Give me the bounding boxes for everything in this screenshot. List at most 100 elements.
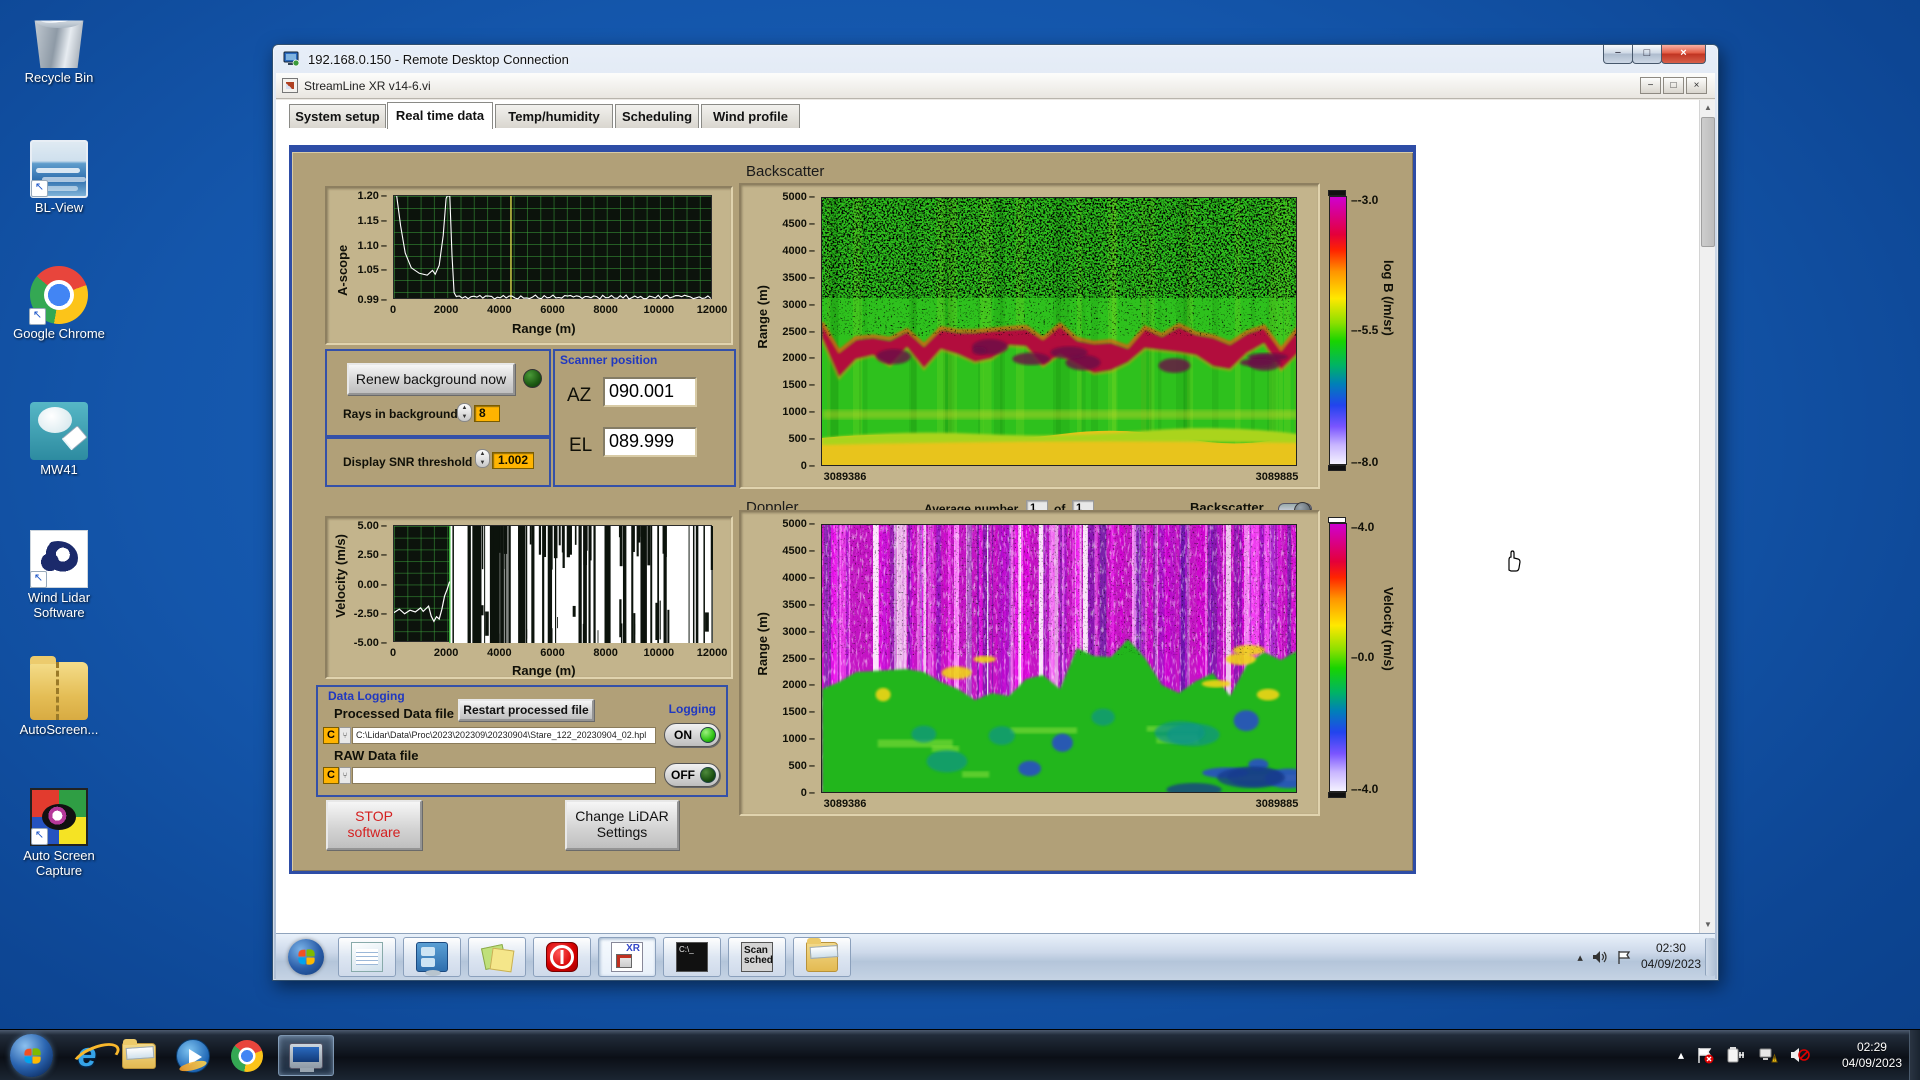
remote-taskbar-button-sticky-notes[interactable] [468,937,526,977]
rays-spinner[interactable]: ▲ ▼ [457,403,472,422]
remote-taskbar-button-folder[interactable] [793,937,851,977]
snr-threshold-label: Display SNR threshold [343,455,473,469]
remote-start-button[interactable] [288,939,324,975]
processed-drive-letter[interactable]: C [323,727,339,744]
rdp-minimize-button[interactable]: − [1603,45,1633,64]
tab-scheduling[interactable]: Scheduling [615,104,699,128]
remote-desktop-icon [289,1042,323,1072]
stop-software-button[interactable]: STOP software [326,800,422,850]
host-action-center-flag-icon[interactable] [1696,1046,1714,1064]
colorbar-cap-top [1328,190,1346,196]
app-titlebar[interactable]: StreamLine XR v14-6.vi − □ × [276,73,1715,99]
renew-background-button[interactable]: Renew background now [347,363,515,395]
vertical-scrollbar[interactable]: ▲ ▼ [1699,100,1715,933]
host-taskbar-item-media-player[interactable] [170,1035,216,1076]
host-taskbar: e ▴! 02:29 04/09/2023 [0,1029,1920,1080]
remote-clock[interactable]: 02:30 04/09/2023 [1641,941,1701,972]
remote-taskbar-button-display-settings[interactable] [403,937,461,977]
desktop-icon-wind-lidar-software[interactable]: Wind Lidar Software [4,530,114,621]
host-start-button[interactable] [10,1034,53,1077]
host-taskbar-item-remote-desktop[interactable] [278,1035,334,1076]
background-status-led [523,369,542,388]
desktop-icon-auto-screen-capture[interactable]: Auto Screen Capture [4,788,114,879]
rdp-close-button[interactable]: × [1661,45,1706,64]
processed-logging-on-toggle[interactable]: ON [664,723,720,747]
stop-red-icon [546,942,578,972]
backscatter-ytick: 2500 [771,326,815,338]
tab-temp-humidity[interactable]: Temp/humidity [495,104,613,128]
el-label: EL [569,435,593,456]
restart-processed-file-button[interactable]: Restart processed file [458,699,594,721]
raw-drive-letter[interactable]: C [323,767,339,784]
scrollbar-thumb[interactable] [1701,117,1715,247]
desktop-icon-recycle-bin[interactable]: Recycle Bin [4,10,114,86]
backscatter-plot-area[interactable] [821,197,1297,466]
windows-flag-icon [298,948,315,966]
rdp-titlebar[interactable]: 192.168.0.150 - Remote Desktop Connectio… [273,45,1718,73]
backscatter-section-title: Backscatter [746,163,825,180]
app-restore-button[interactable]: □ [1663,77,1684,94]
labview-front-panel: A-scope1.201.151.101.050.990200040006000… [289,145,1416,874]
desktop-icon-autoscreen-zip[interactable]: AutoScreen... [4,656,114,738]
remote-taskbar-button-stop-red[interactable] [533,937,591,977]
remote-taskbar-button-notepad[interactable] [338,937,396,977]
raw-path-field[interactable] [352,767,656,784]
labview-vi-icon [282,78,298,93]
remote-action-center-flag-icon[interactable] [1617,950,1632,965]
remote-show-desktop-button[interactable] [1705,938,1715,976]
off-led [700,767,716,783]
app-minimize-button[interactable]: − [1640,77,1661,94]
snr-value[interactable]: 1.002 [492,452,534,469]
host-hidden-icons-button[interactable]: ▴ [1678,1048,1684,1062]
raw-logging-off-toggle[interactable]: OFF [664,763,720,787]
app-close-button[interactable]: × [1686,77,1707,94]
processed-data-file-label: Processed Data file [334,706,454,721]
a-scope-ytick: 1.20 [351,190,387,202]
host-taskbar-item-file-explorer[interactable] [116,1035,162,1076]
desktop-icon-google-chrome[interactable]: Google Chrome [4,266,114,342]
remote-volume-icon[interactable] [1592,950,1608,964]
scroll-down-arrow[interactable]: ▼ [1701,917,1715,933]
host-network-warning-icon[interactable]: ! [1758,1046,1778,1064]
colorbar-cap-top [1328,517,1346,523]
desktop-icon-mw41[interactable]: MW41 [4,402,114,478]
rdp-maximize-button[interactable]: □ [1632,45,1662,64]
host-taskbar-item-internet-explorer[interactable]: e [64,1035,110,1076]
snr-threshold-box: Display SNR threshold ▲ ▼ 1.002 [325,437,551,487]
a-scope-plot-area[interactable] [393,195,712,300]
host-taskbar-item-google-chrome[interactable] [224,1035,270,1076]
rays-value[interactable]: 8 [474,405,500,422]
snr-spinner[interactable]: ▲ ▼ [475,449,490,468]
tab-real-time-data[interactable]: Real time data [387,102,493,129]
remote-taskbar-button-command-prompt[interactable]: C:\_ [663,937,721,977]
processed-path-field[interactable]: C:\Lidar\Data\Proc\2023\202309\20230904\… [352,727,656,744]
host-battery-icon[interactable] [1726,1046,1746,1064]
change-lidar-settings-button[interactable]: Change LiDAR Settings [565,800,679,850]
velocity-ytick: 5.00 [347,520,387,532]
processed-browse-button[interactable]: ⑂ [339,727,351,744]
velocity-plot-area[interactable] [393,525,713,643]
tab-wind-profile[interactable]: Wind profile [701,104,800,128]
host-volume-muted-icon[interactable] [1790,1046,1810,1064]
velocity-xtick: 2000 [433,647,459,659]
tab-system-setup[interactable]: System setup [289,104,386,128]
remote-hidden-icons-button[interactable]: ▴ [1577,951,1583,964]
remote-taskbar-button-scan-sched[interactable]: Scan sched [728,937,786,977]
host-show-desktop-button[interactable] [1909,1030,1920,1080]
background-controls-box: Renew background now Rays in background ▲ ▼… [325,349,551,437]
backscatter-colorbar-gradient [1329,196,1347,465]
doppler-plot-area[interactable] [821,524,1297,793]
scroll-up-arrow[interactable]: ▲ [1701,100,1715,116]
raw-browse-button[interactable]: ⑂ [339,767,351,784]
host-clock[interactable]: 02:29 04/09/2023 [1842,1030,1902,1080]
velocity-ylabel: Velocity (m/s) [333,534,348,618]
velocity-ytick: -2.50 [347,608,387,620]
backscatter-ytick: 1500 [771,379,815,391]
colorbar-cap-bottom [1328,792,1346,798]
remote-taskbar-button-streamline-xr[interactable]: XR [598,937,656,977]
desktop-icon-bl-view[interactable]: BL-View [4,140,114,216]
command-prompt-icon: C:\_ [676,942,708,972]
backscatter-xright: 3089885 [1255,471,1299,483]
doppler-ytick: 5000 [771,518,815,530]
desktop-icon-label: AutoScreen... [19,722,99,737]
